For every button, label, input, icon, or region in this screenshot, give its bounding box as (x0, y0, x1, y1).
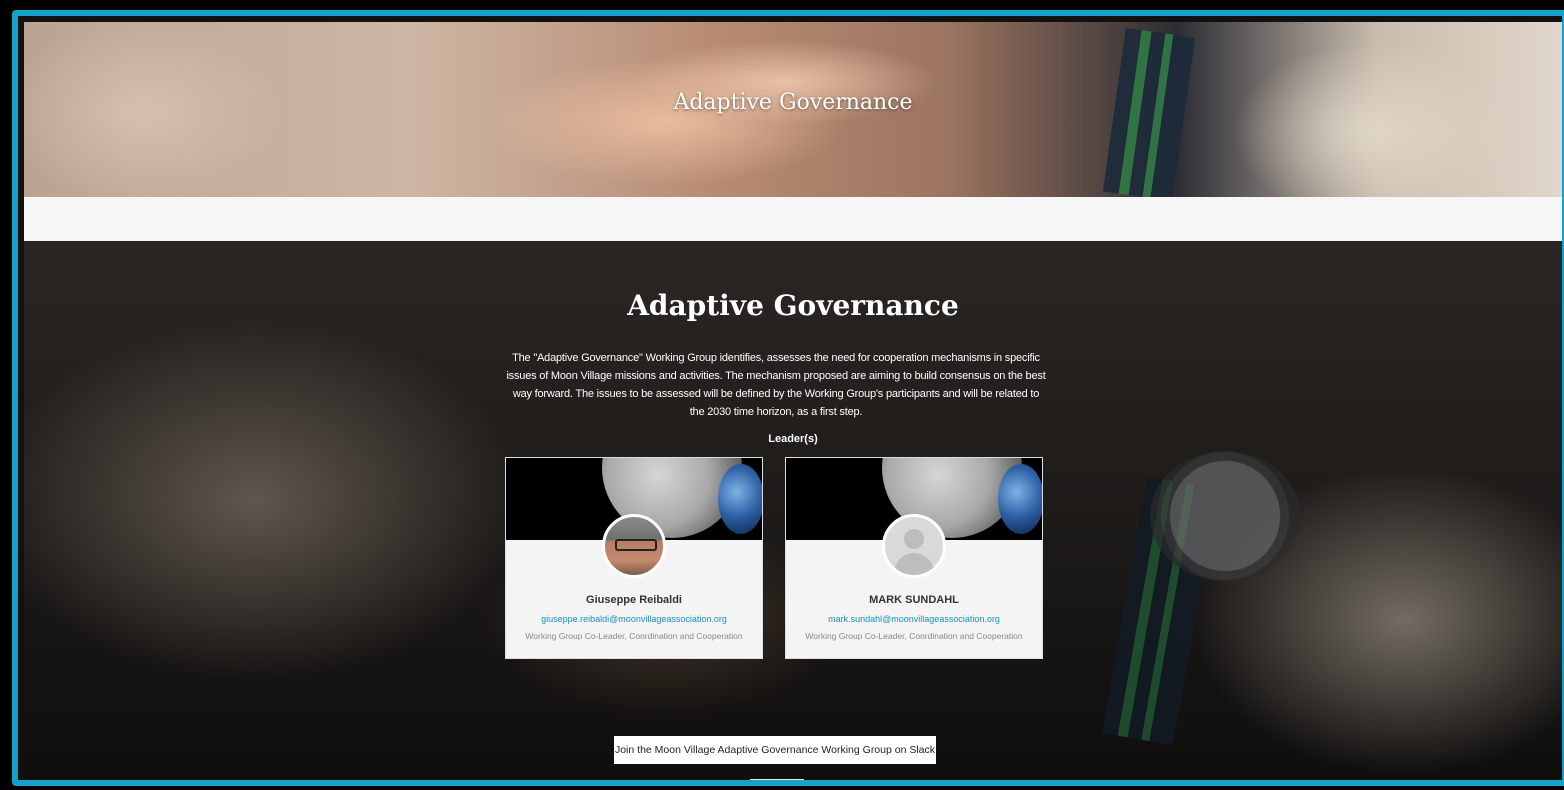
leader-name: Giuseppe Reibaldi (586, 594, 682, 606)
leader-role: Working Group Co-Leader, Coordination an… (525, 631, 743, 641)
spacer-strip (24, 197, 1562, 241)
leader-card: Giuseppe Reibaldi giuseppe.reibaldi@moon… (505, 457, 763, 659)
leader-name: MARK SUNDAHL (869, 594, 959, 606)
join-slack-button[interactable]: Join the Moon Village Adaptive Governanc… (614, 736, 936, 764)
leader-email-link[interactable]: giuseppe.reibaldi@moonvillageassociation… (506, 614, 762, 624)
screenshot-frame: Adaptive Governance Adaptive Governance … (12, 10, 1564, 786)
avatar-photo (615, 539, 657, 551)
section-title: Adaptive Governance (627, 289, 959, 322)
next-section-tab[interactable] (750, 779, 804, 780)
leaders-label: Leader(s) (768, 433, 818, 445)
hero-banner: Adaptive Governance (24, 22, 1562, 202)
hero-title: Adaptive Governance (673, 90, 913, 115)
earth-image (718, 464, 762, 534)
user-body-shape (894, 553, 934, 575)
page-viewport: Adaptive Governance Adaptive Governance … (24, 22, 1562, 780)
section-description: The "Adaptive Governance" Working Group … (506, 352, 1046, 418)
default-user-icon (882, 514, 946, 578)
leader-card: MARK SUNDAHL mark.sundahl@moonvillageass… (785, 457, 1043, 659)
background-watch-image (1150, 451, 1300, 581)
working-group-section: Adaptive Governance The "Adaptive Govern… (24, 241, 1562, 780)
user-head-shape (904, 529, 924, 549)
earth-image (998, 464, 1042, 534)
avatar (602, 514, 666, 578)
leader-email-link[interactable]: mark.sundahl@moonvillageassociation.org (786, 614, 1042, 624)
leader-role: Working Group Co-Leader, Coordination an… (805, 631, 1023, 641)
